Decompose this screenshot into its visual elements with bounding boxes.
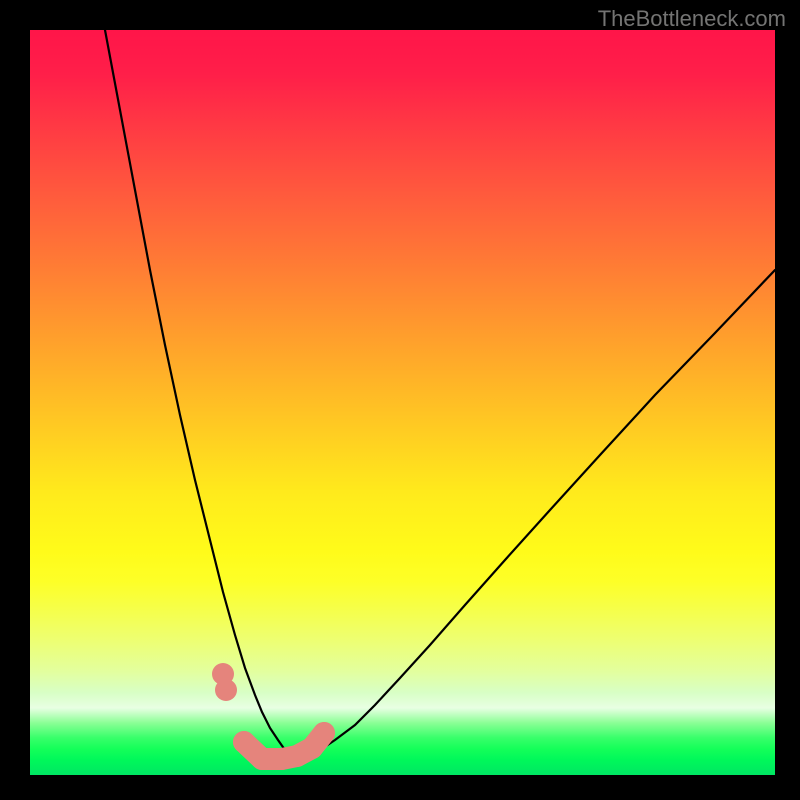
- marker-dot: [215, 679, 237, 701]
- marker-dot: [233, 731, 255, 753]
- curve-left: [105, 30, 292, 758]
- bottom-markers-group: [212, 663, 335, 770]
- marker-dot: [251, 748, 273, 770]
- watermark-text: TheBottleneck.com: [598, 6, 786, 32]
- curve-overlay: [30, 30, 775, 775]
- curve-right: [292, 270, 775, 758]
- marker-dot: [313, 722, 335, 744]
- plot-area: [30, 30, 775, 775]
